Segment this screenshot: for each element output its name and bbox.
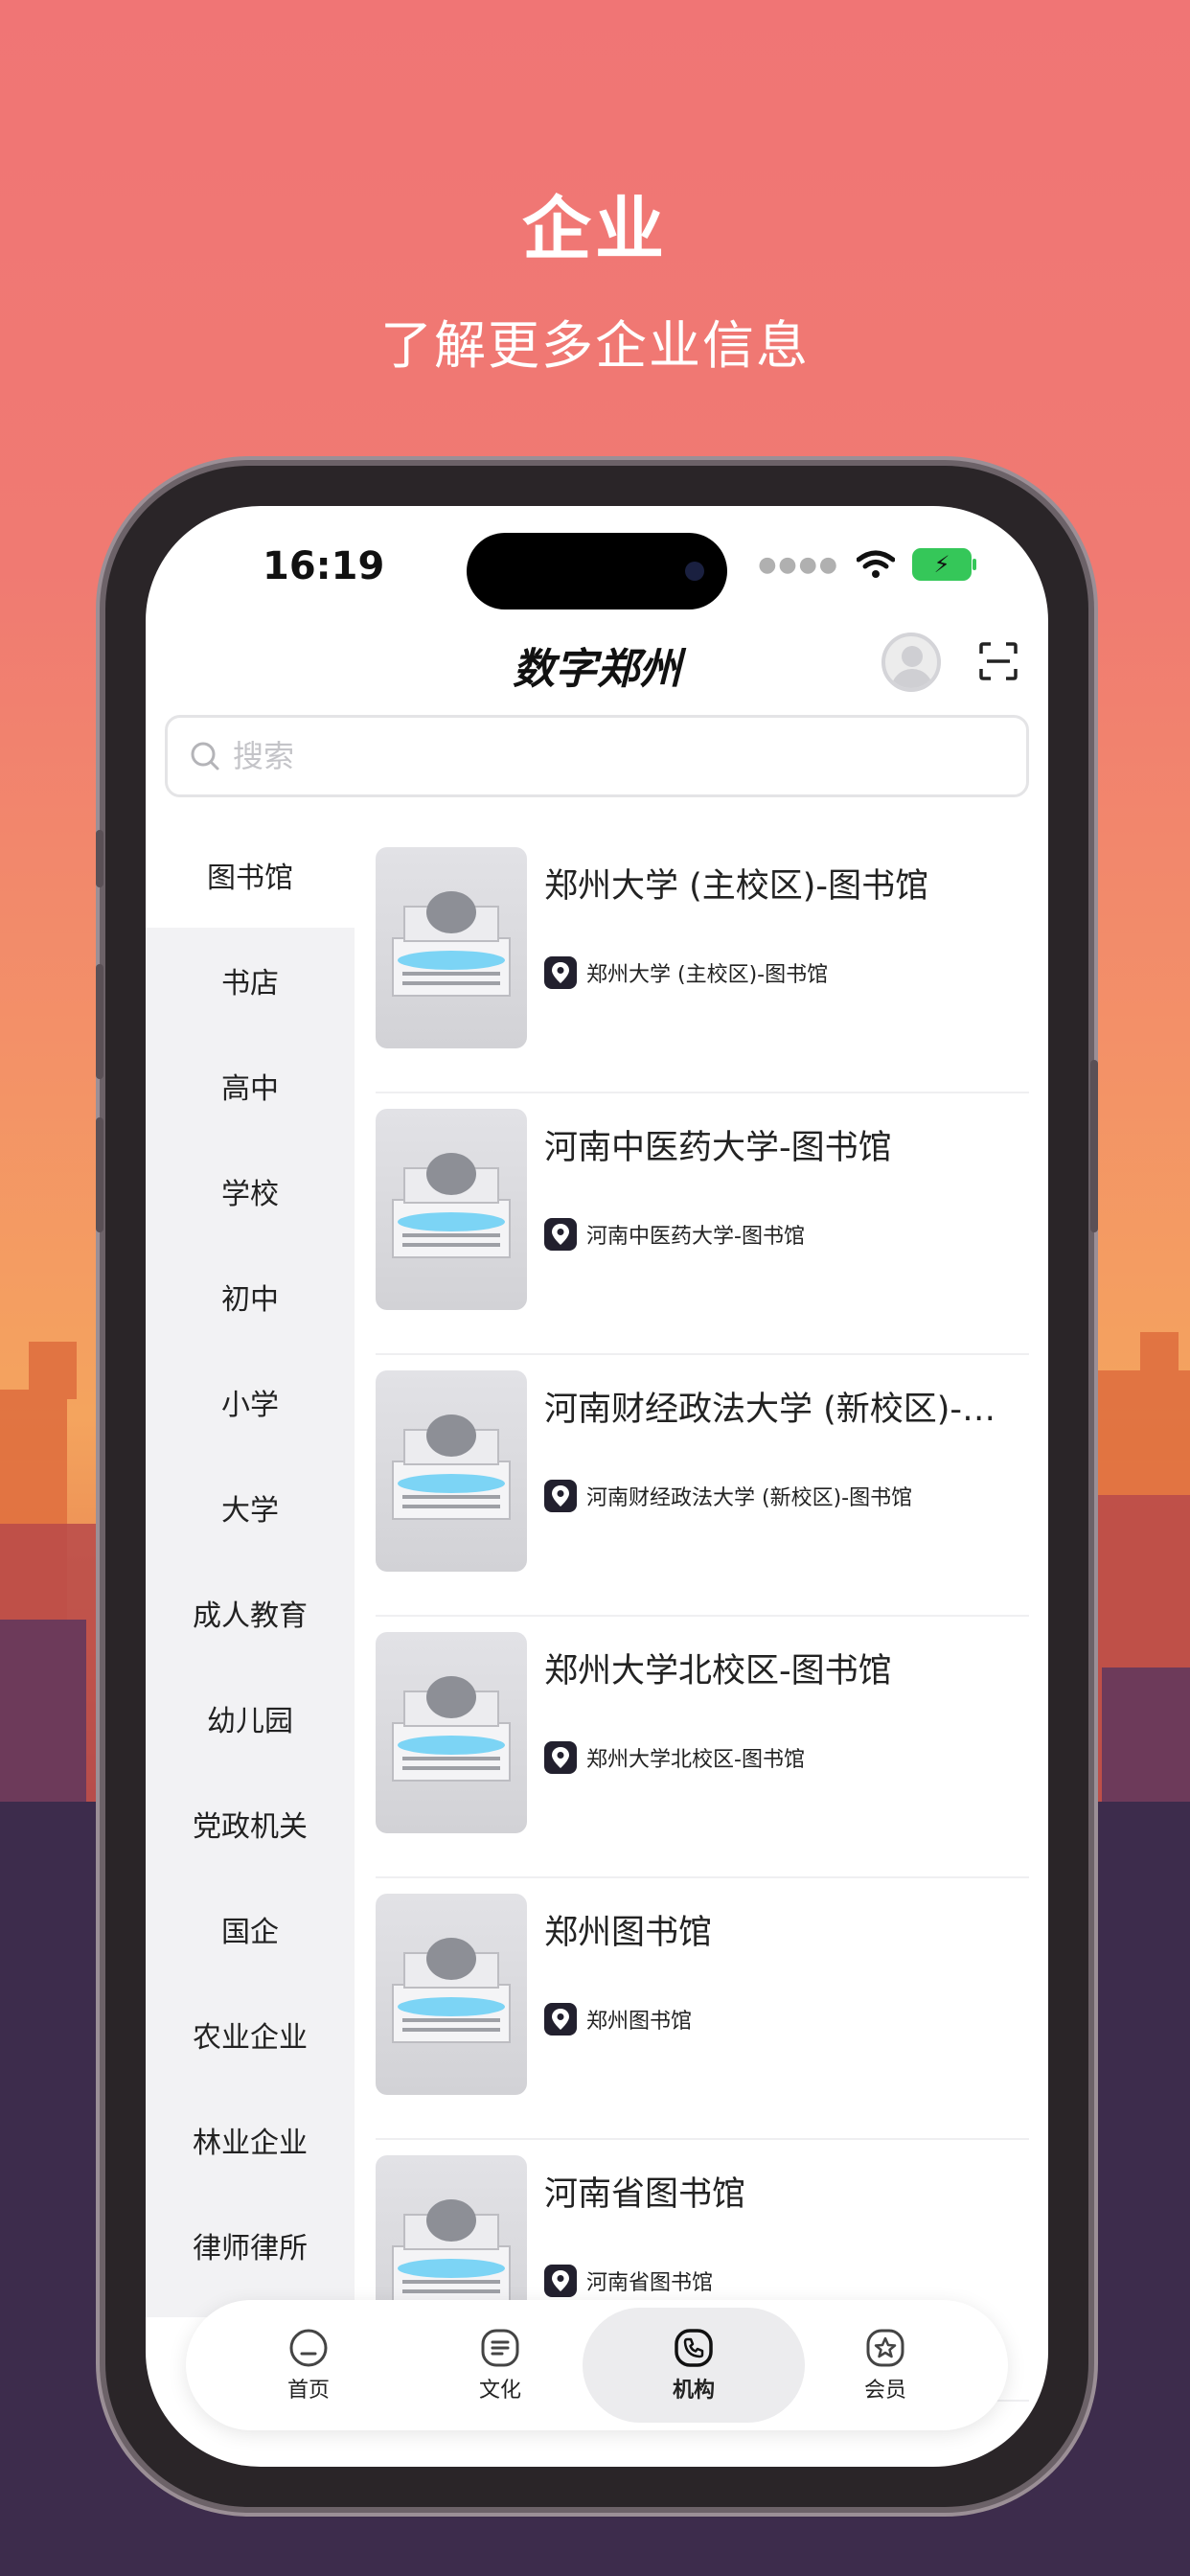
sidebar-item-middle-school[interactable]: 初中: [146, 1244, 355, 1349]
sidebar-item-university[interactable]: 大学: [146, 1455, 355, 1560]
volume-down-button: [96, 1117, 103, 1232]
institution-name: 郑州大学 (主校区)-图书馆: [544, 867, 929, 906]
sidebar-item-library[interactable]: 图书馆: [146, 822, 355, 928]
promo-title: 企业: [521, 189, 668, 269]
institution-address: 郑州大学北校区-图书馆: [586, 1748, 805, 1772]
member-icon: [866, 2329, 904, 2367]
list-item[interactable]: 郑州图书馆 郑州图书馆: [376, 1878, 1029, 2140]
location-pin-icon: [544, 1218, 577, 1251]
institution-list: 郑州大学 (主校区)-图书馆 郑州大学 (主校区)-图书馆 河南中医药大学-图书…: [376, 832, 1029, 2402]
institution-name: 河南财经政法大学 (新校区)-图书馆: [544, 1391, 1023, 1429]
power-button: [1090, 1060, 1098, 1232]
search-input[interactable]: [231, 737, 1026, 775]
sidebar-item-adult-education[interactable]: 成人教育: [146, 1560, 355, 1666]
search-bar[interactable]: [165, 715, 1029, 797]
app-screen: 16:19 ●●●● ⚡ 数字郑州 图书馆: [146, 506, 1048, 2467]
sidebar-item-school[interactable]: 学校: [146, 1138, 355, 1244]
bottom-tab-bar: 首页 文化 机构 会员: [186, 2300, 1008, 2430]
list-item[interactable]: 郑州大学北校区-图书馆 郑州大学北校区-图书馆: [376, 1617, 1029, 1878]
sidebar-item-government[interactable]: 党政机关: [146, 1771, 355, 1876]
institution-location: 河南省图书馆: [544, 2265, 713, 2297]
list-item[interactable]: 河南中医药大学-图书馆 河南中医药大学-图书馆: [376, 1093, 1029, 1355]
status-time: 16:19: [263, 544, 385, 588]
institution-address: 河南省图书馆: [586, 2271, 714, 2295]
user-avatar[interactable]: [881, 632, 941, 692]
institution-address: 郑州大学 (主校区)-图书馆: [586, 963, 829, 987]
sidebar-item-high-school[interactable]: 高中: [146, 1033, 355, 1138]
phone-frame: 16:19 ●●●● ⚡ 数字郑州 图书馆: [96, 466, 1098, 2507]
institution-name: 郑州大学北校区-图书馆: [544, 1652, 892, 1690]
institution-location: 郑州图书馆: [544, 2003, 692, 2036]
tab-culture-label: 文化: [478, 2379, 521, 2403]
institution-address: 河南中医药大学-图书馆: [586, 1225, 805, 1249]
sidebar-item-law-firm[interactable]: 律师律所: [146, 2193, 355, 2298]
tab-home[interactable]: 首页: [213, 2308, 404, 2423]
charging-bolt-icon: ⚡: [933, 551, 950, 578]
institution-location: 河南中医药大学-图书馆: [544, 1218, 805, 1251]
phone-icon: [675, 2329, 713, 2367]
battery-icon: ⚡: [912, 548, 976, 581]
institution-name: 河南省图书馆: [544, 2175, 746, 2214]
tab-culture[interactable]: 文化: [404, 2308, 596, 2423]
sidebar-item-primary-school[interactable]: 小学: [146, 1349, 355, 1455]
category-sidebar: 图书馆 书店 高中 学校 初中 小学 大学 成人教育 幼儿园 党政机关 国企 农…: [146, 822, 355, 2317]
status-indicators: ●●●● ⚡: [758, 548, 976, 581]
institution-name: 河南中医药大学-图书馆: [544, 1129, 892, 1167]
wifi-icon: [857, 550, 895, 578]
camera-icon: [685, 562, 704, 581]
location-pin-icon: [544, 2003, 577, 2036]
library-building-image: [376, 1894, 527, 2095]
location-pin-icon: [544, 1741, 577, 1774]
tab-institution-label: 机构: [672, 2379, 715, 2403]
tab-member-label: 会员: [863, 2379, 906, 2403]
institution-address: 河南财经政法大学 (新校区)-图书馆: [586, 1486, 913, 1510]
sidebar-item-kindergarten[interactable]: 幼儿园: [146, 1666, 355, 1771]
dynamic-island: [467, 533, 727, 610]
sidebar-item-state-enterprise[interactable]: 国企: [146, 1876, 355, 1982]
institution-location: 郑州大学 (主校区)-图书馆: [544, 956, 828, 989]
location-pin-icon: [544, 2265, 577, 2297]
culture-icon: [481, 2329, 519, 2367]
institution-address: 郑州图书馆: [586, 2010, 693, 2034]
institution-location: 河南财经政法大学 (新校区)-图书馆: [544, 1480, 912, 1512]
sidebar-item-bookstore[interactable]: 书店: [146, 928, 355, 1033]
search-icon: [191, 742, 219, 770]
scan-icon[interactable]: [977, 640, 1019, 682]
tab-home-label: 首页: [286, 2379, 330, 2403]
sidebar-item-forestry[interactable]: 林业企业: [146, 2087, 355, 2193]
action-button: [96, 830, 103, 887]
institution-location: 郑州大学北校区-图书馆: [544, 1741, 805, 1774]
tab-member[interactable]: 会员: [790, 2308, 981, 2423]
signal-dots-icon: ●●●●: [758, 552, 839, 577]
list-item[interactable]: 河南财经政法大学 (新校区)-图书馆 河南财经政法大学 (新校区)-图书馆: [376, 1355, 1029, 1617]
volume-up-button: [96, 964, 103, 1079]
list-item[interactable]: 郑州大学 (主校区)-图书馆 郑州大学 (主校区)-图书馆: [376, 832, 1029, 1093]
library-building-image: [376, 1109, 527, 1310]
library-building-image: [376, 1370, 527, 1572]
sidebar-item-agriculture[interactable]: 农业企业: [146, 1982, 355, 2087]
home-icon: [289, 2329, 328, 2367]
location-pin-icon: [544, 956, 577, 989]
library-building-image: [376, 847, 527, 1048]
location-pin-icon: [544, 1480, 577, 1512]
institution-name: 郑州图书馆: [544, 1914, 713, 1952]
promo-subtitle: 了解更多企业信息: [380, 315, 810, 376]
library-building-image: [376, 1632, 527, 1833]
tab-institution[interactable]: 机构: [583, 2308, 805, 2423]
